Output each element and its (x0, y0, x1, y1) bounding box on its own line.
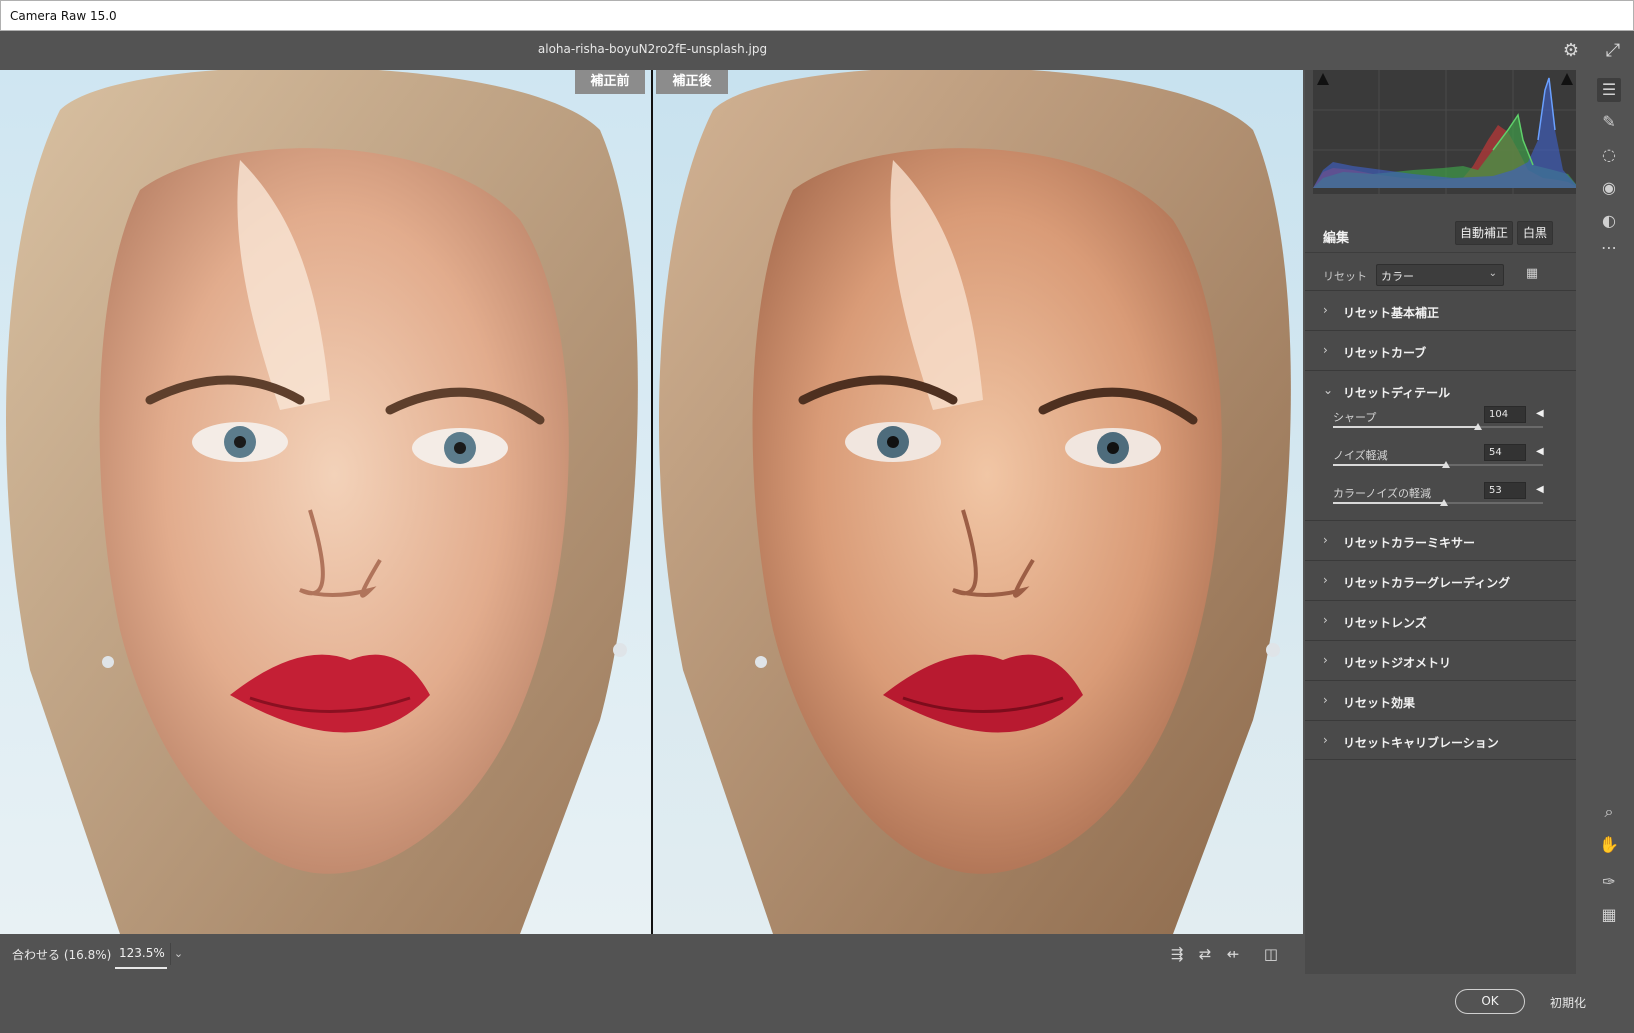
copy-current-icon[interactable]: ⇷ (1222, 943, 1244, 965)
chevron-right-icon: › (1323, 613, 1328, 627)
section-lens[interactable]: › リセットレンズ (1305, 600, 1576, 640)
gear-icon[interactable]: ⚙ (1559, 38, 1583, 62)
masking-icon[interactable]: ◌ (1597, 143, 1621, 167)
zoom-icon[interactable]: ⌕ (1597, 800, 1621, 824)
section-detail[interactable]: ⌄ リセットディテール シャープ 104 ◀ ノイズ軽減 54 ◀ カラーノイズ… (1305, 370, 1576, 520)
reset-button[interactable]: 初期化 (1550, 994, 1586, 1011)
reset-slider-icon[interactable]: ◀ (1536, 408, 1544, 419)
dialog-footer: OK 初期化 (0, 974, 1634, 1033)
slider-value-field[interactable]: 53 (1484, 482, 1526, 499)
tool-rail: ☰ ✎ ◌ ◉ ◐ ⋯ ⌕ ✋ ✑ ▦ (1576, 70, 1634, 974)
section-effects[interactable]: › リセット効果 (1305, 680, 1576, 720)
slider-value-field[interactable]: 54 (1484, 444, 1526, 461)
before-after-view-icon[interactable]: ◫ (1260, 943, 1282, 965)
zoom-fit-button[interactable]: 合わせる (16.8%) (12, 946, 111, 963)
more-icon[interactable]: ⋯ (1597, 236, 1621, 260)
section-curve[interactable]: › リセットカーブ (1305, 330, 1576, 370)
after-image (653, 70, 1303, 934)
slider-track[interactable] (1333, 423, 1543, 430)
copy-settings-icon[interactable]: ⇶ (1166, 943, 1188, 965)
chevron-right-icon: › (1323, 343, 1328, 357)
chevron-right-icon: › (1323, 693, 1328, 707)
edit-header: 編集 自動補正 白黒 (1305, 215, 1576, 253)
slider-value-field[interactable]: 104 (1484, 406, 1526, 423)
histogram (1313, 70, 1589, 194)
presets-icon[interactable]: ◐ (1597, 209, 1621, 233)
ok-button[interactable]: OK (1455, 989, 1525, 1014)
before-label: 補正前 (575, 70, 645, 94)
slider-name: カラーノイズの軽減 (1333, 487, 1432, 500)
healing-brush-icon[interactable]: ✎ (1597, 110, 1621, 134)
slider-color-noise[interactable]: カラーノイズの軽減 53 ◀ (1305, 482, 1576, 523)
reset-slider-icon[interactable]: ◀ (1536, 446, 1544, 457)
chevron-right-icon: › (1323, 653, 1328, 667)
section-label: リセットディテール (1343, 386, 1451, 400)
reset-slider-icon[interactable]: ◀ (1536, 484, 1544, 495)
section-label: リセットカラーミキサー (1343, 536, 1476, 550)
chevron-right-icon: › (1323, 573, 1328, 587)
section-color-grading[interactable]: › リセットカラーグレーディング (1305, 560, 1576, 600)
swap-icon[interactable]: ⇄ (1194, 943, 1216, 965)
slider-name: シャープ (1333, 411, 1377, 424)
profile-browser-icon[interactable]: ▦ (1523, 266, 1541, 284)
slider-fill (1333, 464, 1446, 466)
profile-value: カラー (1381, 270, 1414, 283)
section-label: リセットカラーグレーディング (1343, 576, 1511, 590)
after-label: 補正後 (656, 70, 728, 94)
slider-track[interactable] (1333, 499, 1543, 506)
status-bar: 合わせる (16.8%) 123.5% ⌄ ⇶ ⇄ ⇷ ◫ (0, 934, 1303, 974)
section-color-mixer[interactable]: › リセットカラーミキサー (1305, 520, 1576, 560)
section-label: リセットキャリブレーション (1343, 736, 1499, 750)
edit-panel: 編集 自動補正 白黒 リセット カラー ⌄ ▦ › リセット基本補正 › リセッ… (1305, 70, 1589, 974)
section-basic[interactable]: › リセット基本補正 (1305, 290, 1576, 330)
chevron-down-icon: ⌄ (1323, 383, 1334, 397)
hand-icon[interactable]: ✋ (1597, 833, 1621, 857)
auto-button[interactable]: 自動補正 (1455, 221, 1513, 245)
profile-select[interactable]: カラー ⌄ (1376, 264, 1504, 286)
slider-handle[interactable] (1442, 461, 1450, 468)
section-calibration[interactable]: › リセットキャリブレーション (1305, 720, 1576, 760)
profile-label: リセット (1323, 270, 1367, 283)
slider-handle[interactable] (1474, 423, 1482, 430)
section-label: リセットレンズ (1343, 616, 1427, 630)
file-name: aloha-risha-boyuN2ro2fE-unsplash.jpg (537, 42, 768, 56)
before-image (0, 70, 651, 934)
grid-icon[interactable]: ▦ (1597, 903, 1621, 927)
top-toolbar: aloha-risha-boyuN2ro2fE-unsplash.jpg ⚙ ⤢ (0, 31, 1634, 70)
zoom-level-field[interactable]: 123.5% (115, 941, 167, 969)
eyedropper-icon[interactable]: ✑ (1597, 870, 1621, 894)
profile-row: リセット カラー ⌄ ▦ (1305, 255, 1576, 293)
section-label: リセットカーブ (1343, 346, 1427, 360)
slider-handle[interactable] (1440, 499, 1448, 506)
edit-title: 編集 (1323, 231, 1350, 246)
section-label: リセット基本補正 (1343, 306, 1440, 320)
chevron-down-icon[interactable]: ⌄ (170, 943, 186, 965)
section-geometry[interactable]: › リセットジオメトリ (1305, 640, 1576, 680)
preview-canvas[interactable]: 補正前 補正後 (0, 70, 1303, 934)
section-label: リセットジオメトリ (1343, 656, 1452, 670)
slider-sharpen[interactable]: シャープ 104 ◀ (1305, 406, 1576, 447)
window-titlebar: Camera Raw 15.0 (0, 0, 1634, 31)
red-eye-icon[interactable]: ◉ (1597, 176, 1621, 200)
black-white-button[interactable]: 白黒 (1517, 221, 1553, 245)
window-title: Camera Raw 15.0 (10, 9, 117, 23)
chevron-right-icon: › (1323, 533, 1328, 547)
chevron-down-icon: ⌄ (1488, 268, 1497, 279)
slider-name: ノイズ軽減 (1333, 449, 1388, 462)
slider-noise[interactable]: ノイズ軽減 54 ◀ (1305, 444, 1576, 485)
chevron-right-icon: › (1323, 303, 1328, 317)
section-label: リセット効果 (1343, 696, 1416, 710)
slider-track[interactable] (1333, 461, 1543, 468)
slider-fill (1333, 426, 1478, 428)
edit-sliders-icon[interactable]: ☰ (1597, 78, 1621, 102)
slider-fill (1333, 502, 1444, 504)
chevron-right-icon: › (1323, 733, 1328, 747)
expand-icon[interactable]: ⤢ (1601, 38, 1625, 62)
